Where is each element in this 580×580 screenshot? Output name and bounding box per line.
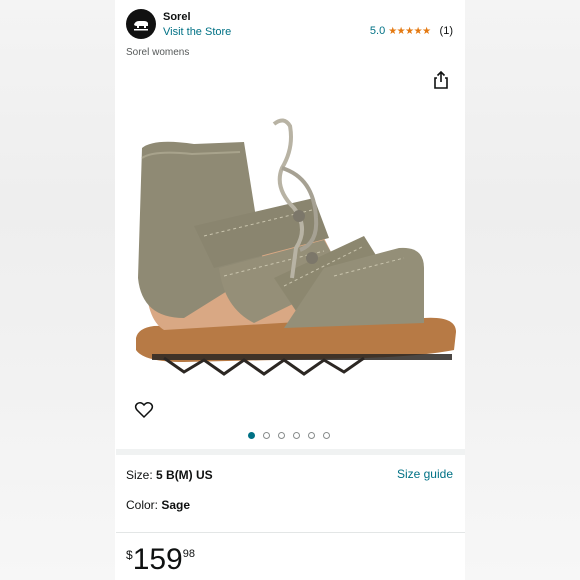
color-selector[interactable]: Color: Sage <box>126 498 190 512</box>
background-right <box>465 0 580 580</box>
size-value: 5 B(M) US <box>156 468 213 482</box>
carousel-dots <box>116 432 465 439</box>
rating-count[interactable]: (1) <box>440 25 453 37</box>
carousel-dot-6[interactable] <box>322 432 330 439</box>
price-whole: 159 <box>132 543 183 576</box>
carousel-dot-5[interactable] <box>307 432 315 439</box>
size-label: Size: <box>126 468 157 482</box>
visit-store-link[interactable]: Visit the Store <box>163 26 231 38</box>
carousel-dot-4[interactable] <box>292 432 300 439</box>
carousel-dot-2[interactable] <box>262 432 270 439</box>
size-guide-link[interactable]: Size guide <box>397 467 453 481</box>
rating-summary[interactable]: 5.0 ★★★★★ (1) <box>370 25 453 37</box>
carousel-dot-1[interactable] <box>247 432 255 439</box>
size-selector[interactable]: Size: 5 B(M) US <box>126 468 213 482</box>
star-rating-icon: ★★★★★ <box>388 25 431 37</box>
color-label: Color: <box>126 498 162 512</box>
section-divider <box>116 449 465 455</box>
color-value: Sage <box>161 498 191 512</box>
product-image-area[interactable] <box>116 62 465 428</box>
rating-value: 5.0 <box>369 25 386 37</box>
product-image[interactable] <box>124 118 459 378</box>
price: $ 159 98 <box>126 543 195 577</box>
brand-logo[interactable] <box>126 9 156 39</box>
carousel-dot-3[interactable] <box>277 432 285 439</box>
brand-name[interactable]: Sorel <box>163 11 191 23</box>
product-header: Sorel Visit the Store 5.0 ★★★★★ (1) Sore… <box>116 0 465 58</box>
price-fraction: 98 <box>182 548 195 560</box>
product-subtitle: Sorel womens <box>126 47 190 58</box>
polar-bear-icon <box>134 21 148 31</box>
product-panel: Sorel Visit the Store 5.0 ★★★★★ (1) Sore… <box>116 0 465 580</box>
heart-icon[interactable] <box>134 400 154 420</box>
price-divider <box>116 532 465 533</box>
background-left <box>0 0 115 580</box>
share-icon[interactable] <box>431 70 451 90</box>
price-currency: $ <box>126 548 133 562</box>
